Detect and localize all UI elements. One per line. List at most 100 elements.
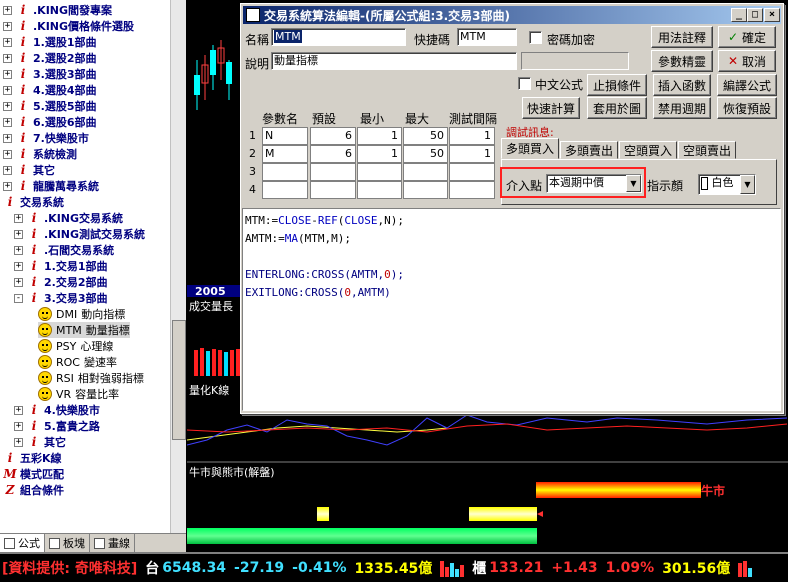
minimize-icon[interactable]: _ [731,8,747,22]
entry-point-select[interactable]: 本週期中價 ▼ [546,174,642,193]
chevron-down-icon[interactable]: ▼ [626,175,641,192]
param-cell-default[interactable]: 6 [310,145,356,163]
tab-short-sell[interactable]: 空頭賣出 [678,141,737,159]
tab-formula[interactable]: 公式 [0,534,45,552]
ok-button[interactable]: ✓ 確定 [718,26,776,48]
expand-icon[interactable]: + [14,405,23,415]
tree-item[interactable]: + i 1.選股1部曲 [3,34,97,50]
param-cell-min[interactable] [357,181,402,199]
param-cell-max[interactable] [403,181,448,199]
formula-item-roc[interactable]: ROC 變速率 [38,354,117,370]
description-input[interactable]: 動量指標 [271,52,517,70]
tree-item[interactable]: + i .KING閻發專案 [3,2,112,18]
param-cell-name[interactable]: N [262,127,308,145]
param-cell-min[interactable]: 1 [357,127,402,145]
param-cell-step[interactable] [449,163,495,181]
param-tune-button[interactable]: 參數精靈 [651,50,713,72]
tree-scrollbar-thumb[interactable] [172,320,186,440]
param-cell-max[interactable] [403,163,448,181]
tab-drawing[interactable]: 畫線 [90,534,135,552]
tree-item[interactable]: + i 其它 [3,162,55,178]
usage-notes-button[interactable]: 用法註釋 [651,26,713,48]
tree-item-trade-system[interactable]: i 交易系統 [3,194,64,210]
param-cell-min[interactable] [357,163,402,181]
formula-tree[interactable]: + i .KING閻發專案 + i .KING價格條件選股 + i 1.選股1部曲 + i 2.選股2… [0,0,170,533]
tab-short-buy[interactable]: 空頭買入 [619,141,678,159]
tab-long-buy[interactable]: 多頭買入 [501,138,560,159]
dialog-titlebar[interactable]: 交易系統算法編輯-(所屬公式組:3.交易3部曲) _ □ × [243,6,781,24]
collapse-icon[interactable]: - [14,293,23,303]
expand-icon[interactable]: + [3,133,12,143]
param-cell-name[interactable] [262,163,308,181]
indicator-color-select[interactable]: 白色 ▼ [698,174,756,195]
tree-item[interactable]: + i 龍騰萬尋系統 [3,178,99,194]
code-editor[interactable]: MTM:=CLOSE-REF(CLOSE,N); AMTM:=MA(MTM,M);… [242,208,781,411]
expand-icon[interactable]: + [14,277,23,287]
param-cell-step[interactable] [449,181,495,199]
param-cell-default[interactable] [310,181,356,199]
disable-period-button[interactable]: 禁用週期 [653,97,711,119]
insert-function-button[interactable]: 插入函數 [653,74,711,96]
formula-item-mtm[interactable]: MTM 動量指標 [38,322,130,338]
tree-item[interactable]: + i .KING交易系統 [14,210,123,226]
compile-button[interactable]: 編譯公式 [717,74,777,96]
tree-item[interactable]: + i 3.選股3部曲 [3,66,97,82]
maximize-icon[interactable]: □ [747,8,763,22]
expand-icon[interactable]: + [3,149,12,159]
expand-icon[interactable]: + [3,69,12,79]
tree-root-item[interactable]: i 五彩K線 [3,450,62,466]
expand-icon[interactable]: + [14,437,23,447]
tree-item[interactable]: + i 其它 [14,434,66,450]
tree-item[interactable]: + i 6.選股6部曲 [3,114,97,130]
tree-item[interactable]: + i 2.交易2部曲 [14,274,108,290]
param-cell-step[interactable]: 1 [449,127,495,145]
expand-icon[interactable]: + [3,53,12,63]
expand-icon[interactable]: + [3,165,12,175]
param-cell-default[interactable] [310,163,356,181]
expand-icon[interactable]: + [14,261,23,271]
expand-icon[interactable]: + [3,181,12,191]
param-cell-default[interactable]: 6 [310,127,356,145]
expand-icon[interactable]: + [3,37,12,47]
chinese-formula-checkbox[interactable] [518,77,531,90]
chevron-down-icon[interactable]: ▼ [740,175,755,194]
expand-icon[interactable]: + [14,213,23,223]
expand-icon[interactable]: + [14,421,23,431]
formula-item-vr[interactable]: VR 容量比率 [38,386,119,402]
tree-item[interactable]: + i 系統檢測 [3,146,77,162]
tree-root-item[interactable]: M 模式匹配 [3,466,64,482]
param-cell-min[interactable]: 1 [357,145,402,163]
expand-icon[interactable]: + [14,229,23,239]
shortcut-input[interactable]: MTM [457,28,517,46]
expand-icon[interactable]: + [14,245,23,255]
param-cell-max[interactable]: 50 [403,127,448,145]
tree-item[interactable]: + i 7.快樂股市 [3,130,89,146]
tree-item[interactable]: + i 2.選股2部曲 [3,50,97,66]
tree-item[interactable]: + i 4.選股4部曲 [3,82,97,98]
close-icon[interactable]: × [764,8,780,22]
apply-chart-button[interactable]: 套用於圖 [587,97,647,119]
tree-item[interactable]: + i 5.富貴之路 [14,418,100,434]
name-input[interactable]: MTM [271,28,406,46]
tree-root-item[interactable]: Z 組合條件 [3,482,64,498]
tree-scrollbar[interactable] [170,0,186,533]
tree-item[interactable]: + i 4.快樂股市 [14,402,100,418]
tab-long-sell[interactable]: 多頭賣出 [560,141,619,159]
param-cell-step[interactable]: 1 [449,145,495,163]
password-checkbox[interactable] [529,31,542,44]
tree-item[interactable]: - i 3.交易3部曲 [14,290,108,306]
tree-item[interactable]: + i 1.交易1部曲 [14,258,108,274]
formula-item-rsi[interactable]: RSI 相對強弱指標 [38,370,144,386]
quick-calc-button[interactable]: 快速計算 [522,97,580,119]
expand-icon[interactable]: + [3,21,12,31]
cancel-button[interactable]: ✕ 取消 [718,50,776,72]
param-cell-name[interactable] [262,181,308,199]
expand-icon[interactable]: + [3,101,12,111]
stop-condition-button[interactable]: 止損條件 [587,74,647,96]
expand-icon[interactable]: + [3,85,12,95]
tree-item[interactable]: + i .KING價格條件選股 [3,18,134,34]
expand-icon[interactable]: + [3,117,12,127]
param-cell-max[interactable]: 50 [403,145,448,163]
tab-sector[interactable]: 板塊 [45,534,90,552]
param-cell-name[interactable]: M [262,145,308,163]
